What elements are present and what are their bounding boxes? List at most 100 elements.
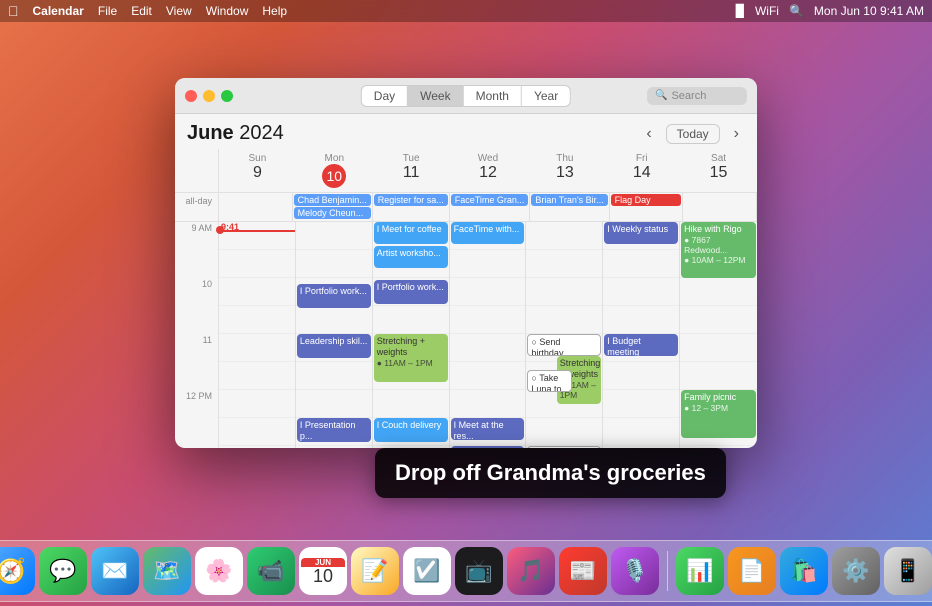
apple-menu[interactable]:  <box>8 3 19 19</box>
dock-notes[interactable]: 📝 <box>351 547 399 595</box>
time-1030 <box>175 306 218 334</box>
day-header-wed: Wed 12 <box>450 149 527 192</box>
allday-sat <box>683 193 757 221</box>
tab-week[interactable]: Week <box>408 85 463 107</box>
menubar-left:  Calendar File Edit View Window Help <box>8 3 287 19</box>
day-headers: Sun 9 Mon 10 Tue 11 Wed 12 Thu 13 Fri 14 <box>175 149 757 193</box>
dock-appletv[interactable]: 📺 <box>455 547 503 595</box>
dock-appstore[interactable]: 🛍️ <box>780 547 828 595</box>
day-header-sat: Sat 15 <box>680 149 757 192</box>
event-portfolio-mon[interactable]: I Portfolio work... <box>297 284 371 308</box>
event-coffee[interactable]: I Meet for coffee <box>374 222 448 244</box>
event-meet-res[interactable]: I Meet at the res... <box>451 418 525 440</box>
dock-reminders[interactable]: ☑️ <box>403 547 451 595</box>
search-placeholder: Search <box>671 90 706 102</box>
menu-window[interactable]: Window <box>206 4 249 18</box>
day-col-tue: I Meet for coffee Artist worksho... I Po… <box>373 222 450 448</box>
dock-messages[interactable]: 💬 <box>39 547 87 595</box>
menu-edit[interactable]: Edit <box>131 4 152 18</box>
menu-file[interactable]: File <box>98 4 117 18</box>
time-930 <box>175 250 218 278</box>
dock-podcasts[interactable]: 🎙️ <box>611 547 659 595</box>
day-num-fri: 14 <box>605 164 678 182</box>
dock-safari[interactable]: 🧭 <box>0 547 35 595</box>
time-header-spacer <box>175 149 219 192</box>
cal-header: June 2024 ‹ Today › <box>175 114 757 149</box>
event-stretching-tue[interactable]: Stretching + weights ● 11AM – 1PM <box>374 334 448 382</box>
cal-body: 9 AM 10 11 12 PM 1 2 3 4 5 6 7 <box>175 222 757 448</box>
day-col-sat: Hike with Rigo ● 7867 Redwood... ● 10AM … <box>680 222 757 448</box>
event-artist[interactable]: Artist worksho... <box>374 246 448 268</box>
event-melody[interactable]: Melody Cheun... <box>294 207 371 219</box>
allday-sun <box>219 193 293 221</box>
menu-view[interactable]: View <box>166 4 192 18</box>
event-chad[interactable]: Chad Benjamin... <box>294 194 371 206</box>
tab-day[interactable]: Day <box>361 85 408 107</box>
time-1130 <box>175 362 218 390</box>
minimize-button[interactable] <box>203 90 215 102</box>
event-facetime-wed[interactable]: FaceTime with... <box>451 222 525 244</box>
event-budget[interactable]: I Budget meeting <box>604 334 678 356</box>
prev-button[interactable]: ‹ <box>640 123 657 145</box>
event-family-picnic[interactable]: Family picnic ● 12 – 3PM <box>681 390 756 438</box>
dock-facetime[interactable]: 📹 <box>247 547 295 595</box>
allday-wed: FaceTime Gran... <box>450 193 531 221</box>
dock-maps[interactable]: 🗺️ <box>143 547 191 595</box>
day-label-sun: Sun <box>221 153 294 164</box>
allday-mon: Chad Benjamin... Melody Cheun... <box>293 193 373 221</box>
time-10: 10 <box>175 278 218 306</box>
view-tabs: Day Week Month Year <box>361 85 571 107</box>
event-presentation-mon[interactable]: I Presentation p... <box>297 418 371 442</box>
next-button[interactable]: › <box>728 123 745 145</box>
event-facetime-gran[interactable]: FaceTime Gran... <box>451 194 529 206</box>
menu-help[interactable]: Help <box>262 4 287 18</box>
tab-year[interactable]: Year <box>522 85 571 107</box>
event-brian-bir[interactable]: Brian Tran's Bir... <box>531 194 607 206</box>
event-weekly-status[interactable]: I Weekly status <box>604 222 678 244</box>
battery-icon: ▉ <box>736 4 745 18</box>
wifi-icon: WiFi <box>755 4 779 18</box>
dock-iphone[interactable]: 📱 <box>884 547 932 595</box>
allday-fri: Flag Day <box>610 193 684 221</box>
datetime: Mon Jun 10 9:41 AM <box>814 4 924 18</box>
cal-nav: ‹ Today › <box>640 123 745 145</box>
search-icon: 🔍 <box>655 90 667 101</box>
dock-separator <box>667 551 668 591</box>
maximize-button[interactable] <box>221 90 233 102</box>
dock-news[interactable]: 📰 <box>559 547 607 595</box>
event-leadership[interactable]: Leadership skil... <box>297 334 371 358</box>
time-1pm: 1 <box>175 446 218 448</box>
time-column: 9 AM 10 11 12 PM 1 2 3 4 5 6 7 <box>175 222 219 448</box>
dock-photos[interactable]: 🌸 <box>195 547 243 595</box>
close-button[interactable] <box>185 90 197 102</box>
event-couch[interactable]: I Couch delivery <box>374 418 448 442</box>
allday-label: all-day <box>175 193 219 221</box>
today-button[interactable]: Today <box>666 124 720 144</box>
day-label-mon: Mon <box>298 153 371 164</box>
dock-numbers[interactable]: 📊 <box>676 547 724 595</box>
event-hike[interactable]: Hike with Rigo ● 7867 Redwood... ● 10AM … <box>681 222 756 278</box>
day-num-sun: 9 <box>221 164 294 182</box>
day-label-thu: Thu <box>528 153 601 164</box>
day-header-thu: Thu 13 <box>526 149 603 192</box>
search-box[interactable]: 🔍 Search <box>647 87 747 105</box>
allday-row: all-day Chad Benjamin... Melody Cheun...… <box>175 193 757 222</box>
time-12pm: 12 PM <box>175 390 218 418</box>
day-num-sat: 15 <box>682 164 755 182</box>
event-flag-day[interactable]: Flag Day <box>611 194 682 206</box>
search-icon[interactable]: 🔍 <box>789 4 804 18</box>
dock-calendar[interactable]: JUN 10 <box>299 547 347 595</box>
day-num-tue: 11 <box>375 164 448 182</box>
event-luna[interactable]: ○ Take Luna to th... <box>527 370 572 392</box>
menu-app-name[interactable]: Calendar <box>33 4 84 18</box>
tab-month[interactable]: Month <box>464 85 522 107</box>
allday-thu: Brian Tran's Bir... <box>530 193 609 221</box>
dock-pages[interactable]: 📄 <box>728 547 776 595</box>
dock-music[interactable]: 🎵 <box>507 547 555 595</box>
day-header-sun: Sun 9 <box>219 149 296 192</box>
event-birthday[interactable]: ○ Send birthday... <box>527 334 601 356</box>
dock-systemprefs[interactable]: ⚙️ <box>832 547 880 595</box>
event-portfolio-tue[interactable]: I Portfolio work... <box>374 280 448 304</box>
dock-mail[interactable]: ✉️ <box>91 547 139 595</box>
event-register[interactable]: Register for sa... <box>374 194 448 206</box>
